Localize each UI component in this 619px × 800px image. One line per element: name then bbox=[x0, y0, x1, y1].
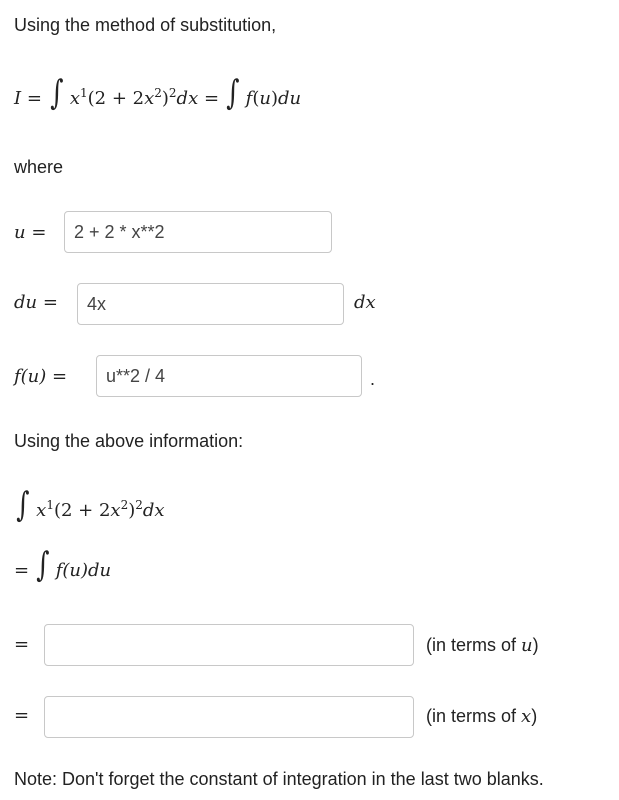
equals-sign: = bbox=[14, 634, 30, 655]
du-input[interactable]: 4x bbox=[77, 283, 344, 325]
answer-x-input[interactable] bbox=[44, 696, 414, 738]
in-terms-of-u-text: (in terms of u) bbox=[426, 635, 539, 656]
in-terms-of-x-text: (in terms of x) bbox=[426, 706, 538, 727]
where-text: where bbox=[14, 157, 64, 177]
fu-label: f(u) = bbox=[14, 366, 68, 387]
integral-restated: ∫ x1(2 + 2x2)2dx bbox=[16, 485, 165, 525]
above-info-text: Using the above information: bbox=[14, 431, 244, 451]
du-label: du = bbox=[14, 292, 58, 313]
integral-sign-icon: ∫ bbox=[49, 73, 64, 113]
fu-input[interactable]: u**2 / 4 bbox=[96, 355, 362, 397]
period-text: . bbox=[370, 369, 376, 389]
integral-definition: I = ∫ x1(2 + 2x2)2dx = ∫ f(u)du bbox=[14, 73, 302, 113]
u-label: u = bbox=[14, 222, 47, 243]
equals-sign: = bbox=[14, 705, 30, 726]
u-input[interactable]: 2 + 2 * x**2 bbox=[64, 211, 332, 253]
integral-sign-icon: ∫ bbox=[16, 485, 30, 525]
intro-text: Using the method of substitution, bbox=[14, 15, 277, 35]
note-text: Note: Don't forget the constant of integ… bbox=[14, 769, 544, 789]
equals-sign: = bbox=[14, 560, 30, 581]
integral-sign-icon: ∫ bbox=[225, 73, 240, 113]
fudu-text: f(u)du bbox=[55, 560, 112, 581]
integral-in-u: = ∫ f(u)du bbox=[14, 548, 111, 582]
integral-sign-icon: ∫ bbox=[35, 545, 50, 585]
dx-label: dx bbox=[354, 292, 376, 313]
answer-u-input[interactable] bbox=[44, 624, 414, 666]
